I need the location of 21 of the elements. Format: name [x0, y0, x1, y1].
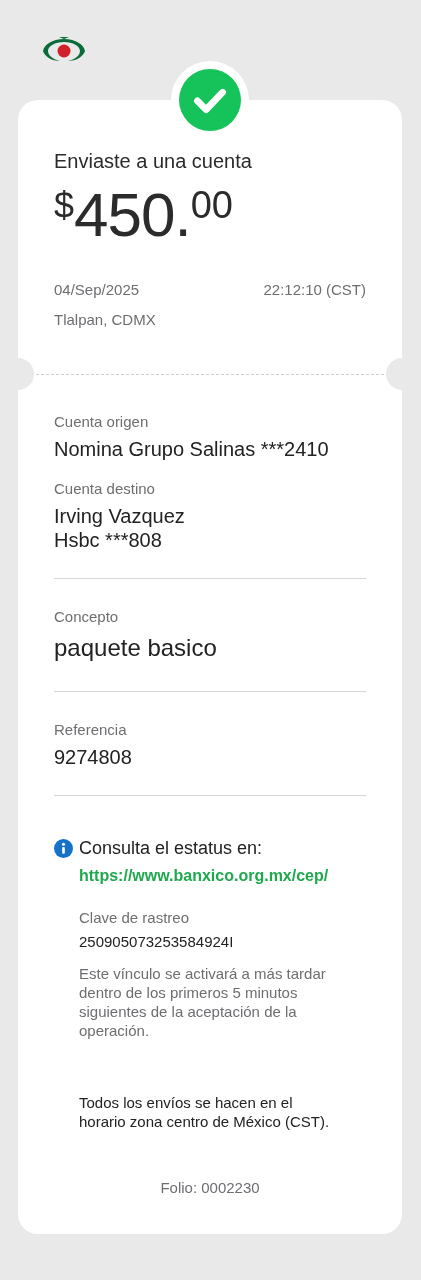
footer-note: Todos los envíos se hacen en el horario zona centro de México (CST).: [79, 1093, 331, 1131]
field-value: Nomina Grupo Salinas ***2410: [54, 437, 330, 461]
time-text: 22:12:10 (CST): [263, 280, 366, 300]
info-icon: [54, 838, 73, 858]
field-label: Concepto: [54, 607, 120, 627]
status-link[interactable]: https://www.banxico.org.mx/cep/: [79, 866, 366, 886]
location-text: Tlalpan, CDMX: [54, 310, 156, 330]
field-value: 9274808: [54, 745, 133, 769]
field-label: Cuenta origen: [54, 412, 150, 432]
logo-icon: [42, 36, 86, 62]
field-value: Irving Vazquez Hsbc ***808: [54, 504, 186, 552]
tracking-label: Clave de rastreo: [79, 908, 191, 928]
info-heading: Consulta el estatus en:: [79, 837, 263, 860]
field-label: Referencia: [54, 720, 128, 740]
receipt-title: Enviaste a una cuenta: [54, 149, 253, 174]
tracking-value: 250905073253584924I: [79, 932, 235, 952]
field-label: Cuenta destino: [54, 479, 156, 499]
info-note: Este vínculo se activará a más tardar dentro de los primeros 5 minutos siguientes de la aceptación de la operación.: [79, 964, 327, 1040]
date-text: 04/Sep/2025: [54, 280, 140, 300]
folio-text: Folio: 0002230: [160, 1178, 260, 1198]
field-value: paquete basico: [54, 633, 218, 663]
